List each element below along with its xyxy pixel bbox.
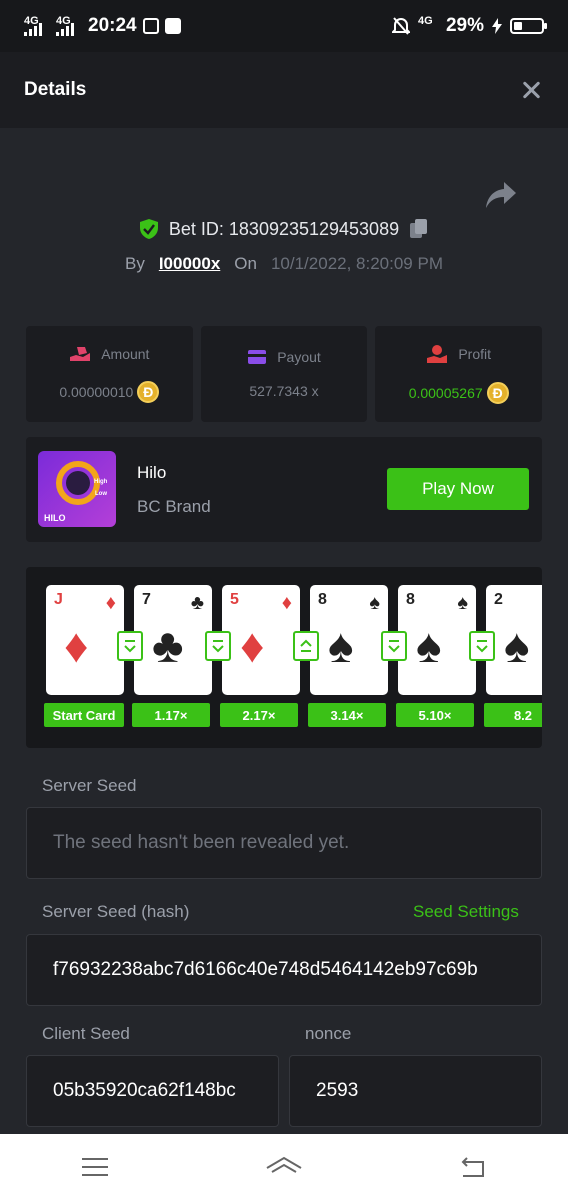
server-seed-label: Server Seed <box>42 776 137 795</box>
multiplier-label: 5.10× <box>396 703 474 727</box>
thumb-high: High <box>94 479 108 485</box>
youtube-icon <box>164 18 181 34</box>
close-icon[interactable] <box>518 77 544 103</box>
playing-card: 8 ♠ ♠ <box>310 585 388 695</box>
lower-arrow-icon <box>469 631 495 661</box>
game-name: Hilo <box>137 463 167 482</box>
lower-arrow-icon <box>117 631 143 661</box>
play-now-button[interactable]: Play Now <box>387 468 529 510</box>
profit-label: Profit <box>458 346 492 362</box>
profit-value: 0.00005267 <box>408 385 483 401</box>
home-icon[interactable] <box>264 1152 304 1182</box>
clock: 20:24 <box>88 15 137 36</box>
card-suit-large: ♦ <box>64 620 89 673</box>
on-label: On <box>234 254 257 273</box>
card-suit-large: ♠ <box>328 620 354 673</box>
bet-id: Bet ID: 18309235129453089 <box>168 218 400 239</box>
money-hand-icon <box>70 347 91 361</box>
higher-arrow-icon <box>293 631 319 661</box>
signal-icon: 4G <box>417 15 433 27</box>
client-seed-label: Client Seed <box>42 1024 130 1043</box>
user-link[interactable]: I00000x <box>159 254 220 274</box>
multiplier-label: 2.17× <box>220 703 298 727</box>
bet-id-row: Bet ID: 18309235129453089 <box>0 218 568 240</box>
signal-icon: 4G <box>56 16 82 36</box>
amount-value: 0.00000010 <box>59 384 134 400</box>
playing-card: 5 ♦ ♦ <box>222 585 300 695</box>
bet-stats: Amount 0.00000010 Đ Payout 527.7343 x Pr… <box>26 326 543 422</box>
server-seed-hash-field[interactable]: f76932238abc7d6166c40e748d5464142eb97c69… <box>26 934 542 1006</box>
multiplier-label: 8.2 <box>484 703 542 727</box>
card-suit-large: ♦ <box>240 620 265 673</box>
playing-card: J ♦ ♦ <box>46 585 124 695</box>
card-rank: 2 <box>494 591 503 608</box>
playing-card: 8 ♠ ♠ <box>398 585 476 695</box>
card-suit-small: ♦ <box>105 592 116 614</box>
payout-value: 527.7343 x <box>249 383 319 399</box>
card-suit-large: ♠ <box>416 620 442 673</box>
wallet-icon <box>248 350 267 364</box>
card-suit-large: ♠ <box>504 620 530 673</box>
game-card: HILO High Low Hilo BC Brand Play Now <box>26 437 542 542</box>
bet-meta: By I00000x On 10/1/2022, 8:20:09 PM <box>0 254 568 274</box>
mute-bell-icon <box>391 17 410 35</box>
seed-settings-link[interactable]: Seed Settings <box>413 902 519 922</box>
bet-date: 10/1/2022, 8:20:09 PM <box>270 254 443 273</box>
playing-card: 7 ♣ ♣ <box>134 585 212 695</box>
card-rank: 5 <box>230 591 239 608</box>
card-rank: 7 <box>142 591 151 608</box>
doge-coin-icon: Đ <box>486 382 509 404</box>
menu-icon[interactable] <box>75 1152 115 1182</box>
game-brand: BC Brand <box>137 497 211 516</box>
copy-icon[interactable] <box>409 218 429 240</box>
nonce-label: nonce <box>305 1024 352 1043</box>
profit-stat: Profit 0.00005267 Đ <box>375 326 543 422</box>
multiplier-label: 3.14× <box>308 703 386 727</box>
card-rank: J <box>54 591 63 608</box>
nonce-field[interactable]: 2593 <box>289 1055 542 1127</box>
thumb-label: HILO <box>44 513 66 523</box>
doge-coin-icon: Đ <box>137 381 160 403</box>
page-title: Details <box>24 79 87 100</box>
battery-icon <box>510 18 547 34</box>
back-icon[interactable] <box>453 1152 493 1182</box>
card-rank: 8 <box>318 591 327 608</box>
card-rank: 8 <box>406 591 415 608</box>
payout-label: Payout <box>277 349 321 365</box>
share-icon[interactable] <box>484 180 518 210</box>
mail-icon <box>142 18 159 34</box>
verified-shield-icon <box>139 219 158 239</box>
server-seed-field: The seed hasn't been revealed yet. <box>26 807 542 879</box>
amount-label: Amount <box>101 346 150 362</box>
card-suit-small: ♦ <box>281 592 292 614</box>
server-seed-hash-label: Server Seed (hash) <box>42 902 190 921</box>
details-header: Details <box>0 52 568 128</box>
profit-hand-icon <box>427 345 448 363</box>
by-label: By <box>124 254 145 273</box>
status-bar: 4G 4G 20:24 4G 29% <box>0 0 568 52</box>
hilo-thumbnail[interactable]: HILO High Low <box>38 451 116 527</box>
lower-arrow-icon <box>381 631 407 661</box>
card-suit-small: ♣ <box>190 592 204 614</box>
multiplier-label: 1.17× <box>132 703 210 727</box>
battery-percent: 29% <box>445 15 484 36</box>
card-suit-small: ♠ <box>369 592 380 614</box>
charging-icon <box>492 18 502 34</box>
card-suit-large: ♣ <box>152 620 184 673</box>
payout-stat: Payout 527.7343 x <box>200 326 368 422</box>
start-card-label: Start Card <box>44 703 124 727</box>
thumb-low: Low <box>95 491 107 497</box>
system-nav-bar <box>0 1134 568 1200</box>
signal-icon: 4G <box>24 16 50 36</box>
cards-history: J ♦ ♦ Start Card 7 ♣ ♣ 1.17× 5 ♦ ♦ 2.17× 8 ♠ ♠ 3.14× 8 ♠ ♠… <box>26 567 542 748</box>
client-seed-field[interactable]: 05b35920ca62f148bc <box>26 1055 279 1127</box>
amount-stat: Amount 0.00000010 Đ <box>26 326 193 422</box>
card-suit-small: ♠ <box>457 592 468 614</box>
lower-arrow-icon <box>205 631 231 661</box>
